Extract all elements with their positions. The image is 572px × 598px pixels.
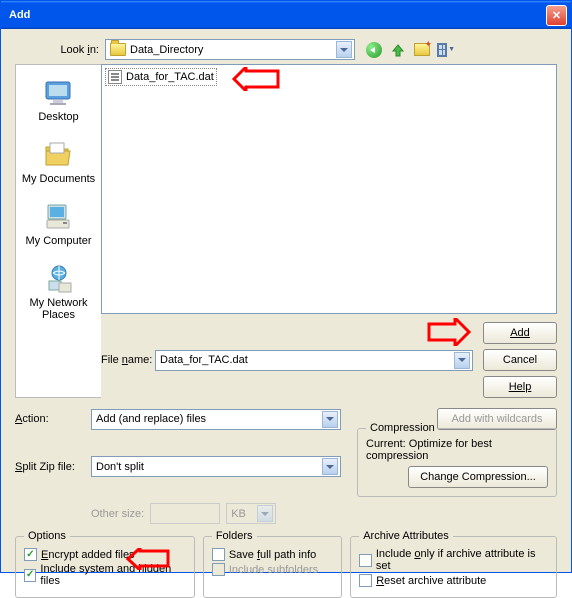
- close-button[interactable]: ✕: [546, 5, 567, 26]
- folder-icon: [110, 43, 126, 56]
- chevron-down-icon: ▼: [448, 46, 455, 53]
- desktop-icon: [42, 77, 74, 109]
- lookin-combo[interactable]: Data_Directory: [105, 39, 355, 60]
- content-area: Look in: Data_Directory ▼: [1, 29, 571, 572]
- save-full-path-label: Save full path info: [229, 549, 316, 561]
- new-folder-button[interactable]: [413, 41, 431, 59]
- places-my-computer[interactable]: My Computer: [23, 197, 93, 251]
- view-icon: [437, 43, 447, 57]
- action-combo[interactable]: Add (and replace) files: [91, 409, 341, 430]
- encrypt-checkbox-row[interactable]: Encrypt added files: [24, 548, 186, 561]
- split-combo[interactable]: Don't split: [91, 456, 341, 477]
- include-subfolders-row: Include subfolders: [212, 563, 333, 576]
- places-bar: Desktop My Documents My Computer: [15, 64, 101, 398]
- places-my-network[interactable]: My Network Places: [18, 259, 99, 325]
- include-only-archive-checkbox[interactable]: [359, 554, 372, 567]
- split-dropdown-button[interactable]: [322, 458, 338, 475]
- change-compression-button[interactable]: Change Compression...: [408, 466, 548, 488]
- main-area: Desktop My Documents My Computer: [15, 64, 557, 398]
- archive-attrs-legend: Archive Attributes: [359, 530, 453, 542]
- close-icon: ✕: [552, 9, 561, 22]
- filename-dropdown-button[interactable]: [454, 352, 470, 369]
- folders-fieldset: Folders Save full path info Include subf…: [203, 530, 342, 598]
- help-button[interactable]: Help: [483, 376, 557, 398]
- lookin-label: Look in:: [15, 44, 105, 56]
- options-legend: Options: [24, 530, 70, 542]
- up-one-level-button[interactable]: [389, 41, 407, 59]
- folders-legend: Folders: [212, 530, 257, 542]
- filename-value: Data_for_TAC.dat: [160, 354, 248, 366]
- split-value: Don't split: [96, 461, 144, 473]
- reset-archive-row[interactable]: Reset archive attribute: [359, 574, 548, 587]
- my-documents-icon: [42, 139, 74, 171]
- action-value: Add (and replace) files: [96, 413, 206, 425]
- save-full-path-row[interactable]: Save full path info: [212, 548, 333, 561]
- include-only-archive-label: Include only if archive attribute is set: [376, 548, 548, 572]
- include-only-archive-row[interactable]: Include only if archive attribute is set: [359, 548, 548, 572]
- filename-label: File name:: [101, 354, 155, 366]
- include-subfolders-checkbox: [212, 563, 225, 576]
- split-label: Split Zip file:: [15, 461, 83, 473]
- titlebar[interactable]: Add ✕: [1, 1, 571, 29]
- encrypt-label: Encrypt added files: [41, 549, 135, 561]
- other-size-unit-dropdown: [257, 505, 273, 522]
- lookin-dropdown-button[interactable]: [336, 41, 352, 58]
- reset-archive-checkbox[interactable]: [359, 574, 372, 587]
- dat-file-icon: [108, 70, 122, 84]
- compression-current: Current: Optimize for best compression: [366, 438, 548, 462]
- file-list[interactable]: Data_for_TAC.dat: [101, 64, 557, 314]
- other-size-label: Other size:: [91, 508, 144, 520]
- add-dialog-window: Add ✕ Look in: Data_Directory ▼: [0, 0, 572, 573]
- compression-legend: Compression: [366, 422, 439, 434]
- view-menu-button[interactable]: ▼: [437, 41, 455, 59]
- archive-attributes-fieldset: Archive Attributes Include only if archi…: [350, 530, 557, 598]
- new-folder-icon: [414, 43, 430, 56]
- include-hidden-checkbox[interactable]: [24, 569, 36, 582]
- bottom-fieldset-row: Options Encrypt added files Include syst…: [15, 530, 557, 598]
- file-item-name: Data_for_TAC.dat: [126, 71, 214, 83]
- my-computer-icon: [43, 201, 75, 233]
- file-item[interactable]: Data_for_TAC.dat: [105, 68, 217, 86]
- back-button[interactable]: [365, 41, 383, 59]
- other-size-unit-combo: KB: [226, 503, 276, 524]
- encrypt-checkbox[interactable]: [24, 548, 37, 561]
- compression-fieldset: Compression Current: Optimize for best c…: [357, 422, 557, 497]
- other-size-row: Other size: KB: [91, 503, 557, 524]
- cancel-button[interactable]: Cancel: [483, 349, 557, 371]
- action-dropdown-button[interactable]: [322, 411, 338, 428]
- add-button[interactable]: Add: [483, 322, 557, 344]
- include-subfolders-label: Include subfolders: [229, 564, 318, 576]
- places-desktop-label: Desktop: [38, 111, 78, 123]
- reset-archive-label: Reset archive attribute: [376, 575, 486, 587]
- file-browser-right: Data_for_TAC.dat File name: Data_for_TAC…: [101, 64, 557, 398]
- include-hidden-checkbox-row[interactable]: Include system and hidden files: [24, 563, 186, 587]
- places-desktop[interactable]: Desktop: [36, 73, 80, 127]
- action-label: Action:: [15, 413, 83, 425]
- places-my-documents[interactable]: My Documents: [20, 135, 97, 189]
- include-hidden-label: Include system and hidden files: [40, 563, 185, 587]
- places-my-computer-label: My Computer: [25, 235, 91, 247]
- lower-area: Action: Add (and replace) files Add with…: [15, 408, 557, 598]
- filename-input[interactable]: Data_for_TAC.dat: [155, 350, 473, 371]
- lookin-row: Look in: Data_Directory ▼: [15, 39, 557, 60]
- main-buttons: Add Cancel Help: [483, 322, 557, 398]
- my-network-places-icon: [43, 263, 75, 295]
- lookin-value: Data_Directory: [130, 44, 203, 56]
- filename-row: File name: Data_for_TAC.dat Add Cancel H…: [101, 322, 557, 398]
- annotation-arrow-file: [232, 67, 280, 91]
- annotation-arrow-add: [427, 318, 471, 346]
- up-arrow-icon: [390, 42, 406, 58]
- places-my-network-label: My Network Places: [20, 297, 97, 321]
- window-title: Add: [9, 9, 546, 21]
- nav-icons: ▼: [365, 41, 455, 59]
- other-size-input: [150, 503, 220, 524]
- split-row: Split Zip file: Don't split Compression …: [15, 436, 557, 497]
- other-size-unit: KB: [231, 508, 246, 520]
- options-fieldset: Options Encrypt added files Include syst…: [15, 530, 195, 598]
- save-full-path-checkbox[interactable]: [212, 548, 225, 561]
- back-icon: [366, 42, 382, 58]
- places-my-documents-label: My Documents: [22, 173, 95, 185]
